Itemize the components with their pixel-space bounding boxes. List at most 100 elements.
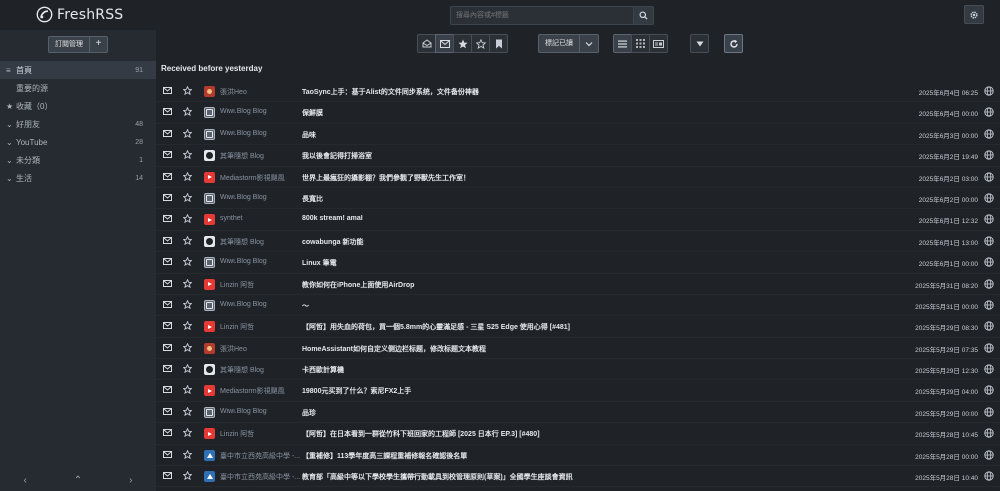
article-row[interactable]: Mediastorm影視颶風 世界上最瘋狂的攝影棚？我們參觀了野獸先生工作室！ 20…	[156, 167, 1000, 188]
article-title[interactable]: Linux 筆電	[302, 258, 902, 268]
open-original-link-icon[interactable]	[984, 214, 994, 226]
filter-read-button[interactable]	[417, 34, 436, 53]
feed-name[interactable]: 張洪Heo	[220, 344, 302, 354]
mark-read-toggle-icon[interactable]	[163, 279, 172, 289]
sidebar-item[interactable]: ⌄ 生活 14	[0, 169, 156, 187]
article-row[interactable]: Wiwi.Blog Blog 品味 2025年6月3日 00:00	[156, 124, 1000, 146]
filter-bookmark-button[interactable]	[489, 34, 508, 53]
add-feed-button[interactable]: +	[90, 36, 108, 53]
article-row[interactable]: 其筆隨想 Blog 我以後會記得打掃浴室 2025年6月2日 19:49	[156, 145, 1000, 167]
favorite-toggle-icon[interactable]	[182, 128, 193, 140]
mark-read-toggle-icon[interactable]	[163, 172, 172, 182]
favorite-toggle-icon[interactable]	[182, 406, 193, 418]
mark-read-toggle-icon[interactable]	[163, 258, 172, 267]
open-original-link-icon[interactable]	[984, 107, 994, 119]
feed-name[interactable]: synthet	[220, 215, 302, 222]
filter-starred-button[interactable]	[453, 34, 472, 53]
favorite-toggle-icon[interactable]	[182, 320, 193, 332]
feed-name[interactable]: 張洪Heo	[220, 87, 302, 97]
feed-name[interactable]: 其筆隨想 Blog	[220, 365, 302, 375]
sidebar-item[interactable]: ⌄ 好朋友 48	[0, 115, 156, 133]
feed-name[interactable]: Wiwi.Blog Blog	[220, 130, 302, 137]
article-title[interactable]: 卡西歐計算機	[302, 365, 902, 375]
feed-name[interactable]: Linzin 阿哲	[220, 322, 302, 332]
mark-read-toggle-icon[interactable]	[163, 322, 172, 331]
mark-read-button[interactable]: 標記已讀	[538, 34, 580, 53]
feed-name[interactable]: Wiwi.Blog Blog	[220, 258, 302, 265]
open-original-link-icon[interactable]	[984, 449, 994, 462]
next-icon[interactable]: ›	[129, 475, 132, 486]
feed-name[interactable]: Wiwi.Blog Blog	[220, 301, 302, 308]
feed-name[interactable]: Wiwi.Blog Blog	[220, 108, 302, 115]
mark-read-toggle-icon[interactable]	[163, 386, 172, 395]
open-original-link-icon[interactable]	[984, 364, 994, 376]
refresh-button[interactable]	[724, 34, 743, 53]
article-row[interactable]: Linzin 阿哲 教你如何在iPhone上面使用AirDrop 2025年5月31…	[156, 274, 1000, 295]
open-original-link-icon[interactable]	[984, 150, 994, 162]
feed-name[interactable]: Mediastorm影視颶風	[220, 173, 302, 183]
favorite-toggle-icon[interactable]	[182, 342, 193, 354]
feed-name[interactable]: 其筆隨想 Blog	[220, 237, 302, 247]
favorite-toggle-icon[interactable]	[182, 278, 193, 290]
scroll-top-icon[interactable]: ⌃	[74, 475, 82, 486]
article-row[interactable]: Linzin 阿哲 【阿哲】在日本看到一群從竹科下班回家的工程師 [2025 日本…	[156, 423, 1000, 445]
favorite-toggle-icon[interactable]	[182, 107, 193, 118]
sidebar-item[interactable]: ⌄ 未分類 1	[0, 151, 156, 169]
open-original-link-icon[interactable]	[984, 171, 994, 184]
mark-read-toggle-icon[interactable]	[163, 193, 172, 203]
feed-name[interactable]: Mediastorm影視颶風	[220, 386, 302, 396]
open-original-link-icon[interactable]	[984, 321, 994, 333]
mark-read-toggle-icon[interactable]	[163, 472, 172, 481]
mark-read-toggle-icon[interactable]	[163, 236, 172, 246]
prev-icon[interactable]: ‹	[23, 475, 26, 486]
article-title[interactable]: 品珍	[302, 408, 902, 418]
open-original-link-icon[interactable]	[984, 236, 994, 248]
article-title[interactable]: 長寬比	[302, 194, 902, 204]
article-title[interactable]: 19800元买到了什么？索尼FX2上手	[302, 386, 902, 396]
favorite-toggle-icon[interactable]	[182, 427, 193, 439]
feed-name[interactable]: Wiwi.Blog Blog	[220, 408, 302, 415]
mark-read-dropdown[interactable]	[580, 34, 599, 53]
mark-read-toggle-icon[interactable]	[163, 108, 172, 117]
mark-read-toggle-icon[interactable]	[163, 129, 172, 139]
article-row[interactable]: Wiwi.Blog Blog Linux 筆電 2025年6月1日 00:00	[156, 252, 1000, 274]
favorite-toggle-icon[interactable]	[182, 235, 193, 247]
favorite-toggle-icon[interactable]	[182, 385, 193, 396]
feed-name[interactable]: Linzin 阿哲	[220, 280, 302, 290]
open-original-link-icon[interactable]	[984, 86, 994, 98]
open-original-link-icon[interactable]	[984, 385, 994, 397]
open-original-link-icon[interactable]	[984, 278, 994, 291]
favorite-toggle-icon[interactable]	[182, 192, 193, 204]
article-title[interactable]: ～	[302, 301, 902, 311]
reader-view-button[interactable]	[649, 34, 668, 53]
favorite-toggle-icon[interactable]	[182, 299, 193, 311]
favorite-toggle-icon[interactable]	[182, 470, 193, 482]
article-row[interactable]: 張洪Heo HomeAssistant如何自定义侧边栏标题，修改标题文本教程 202…	[156, 338, 1000, 360]
settings-button[interactable]	[964, 5, 984, 24]
article-title[interactable]: HomeAssistant如何自定义侧边栏标题，修改标题文本教程	[302, 344, 902, 354]
mark-read-toggle-icon[interactable]	[163, 365, 172, 374]
article-title[interactable]: 【阿哲】用失血的荷包，買一個5.8mm的心靈滿足感 - 三星 S25 Edge …	[302, 322, 902, 332]
article-row[interactable]: Wiwi.Blog Blog 品珍 2025年5月29日 00:00	[156, 402, 1000, 424]
feed-name[interactable]: Wiwi.Blog Blog	[220, 194, 302, 201]
article-row[interactable]: 臺中市立西苑高級中學 -... 教育部「高級中等以下學校學生攜帶行動載具到校管理原…	[156, 466, 1000, 488]
favorite-toggle-icon[interactable]	[182, 171, 193, 183]
favorite-toggle-icon[interactable]	[182, 85, 193, 97]
article-row[interactable]: 其筆隨想 Blog 卡西歐計算機 2025年5月29日 12:30	[156, 359, 1000, 381]
open-original-link-icon[interactable]	[984, 300, 994, 312]
article-title[interactable]: 800k stream! amal	[302, 215, 902, 222]
favorite-toggle-icon[interactable]	[182, 149, 193, 161]
article-title[interactable]: 教你如何在iPhone上面使用AirDrop	[302, 280, 902, 290]
article-title[interactable]: 世界上最瘋狂的攝影棚？我們參觀了野獸先生工作室！	[302, 173, 902, 183]
sidebar-item[interactable]: ★ 收藏（0）	[0, 97, 156, 115]
search-input[interactable]	[450, 6, 633, 25]
article-row[interactable]: 其筆隨想 Blog cowabunga 新功能 2025年6月1日 13:00	[156, 231, 1000, 253]
mark-read-toggle-icon[interactable]	[163, 151, 172, 160]
open-original-link-icon[interactable]	[984, 257, 994, 269]
open-original-link-icon[interactable]	[984, 193, 994, 205]
article-row[interactable]: synthet 800k stream! amal 2025年6月1日 12:32	[156, 209, 1000, 231]
mark-read-toggle-icon[interactable]	[163, 300, 172, 310]
subscription-management-button[interactable]: 訂閱管理	[48, 36, 90, 53]
mark-read-toggle-icon[interactable]	[163, 407, 172, 417]
article-title[interactable]: TaoSync上手：基于Alist的文件同步系统，文件备份神器	[302, 87, 902, 97]
